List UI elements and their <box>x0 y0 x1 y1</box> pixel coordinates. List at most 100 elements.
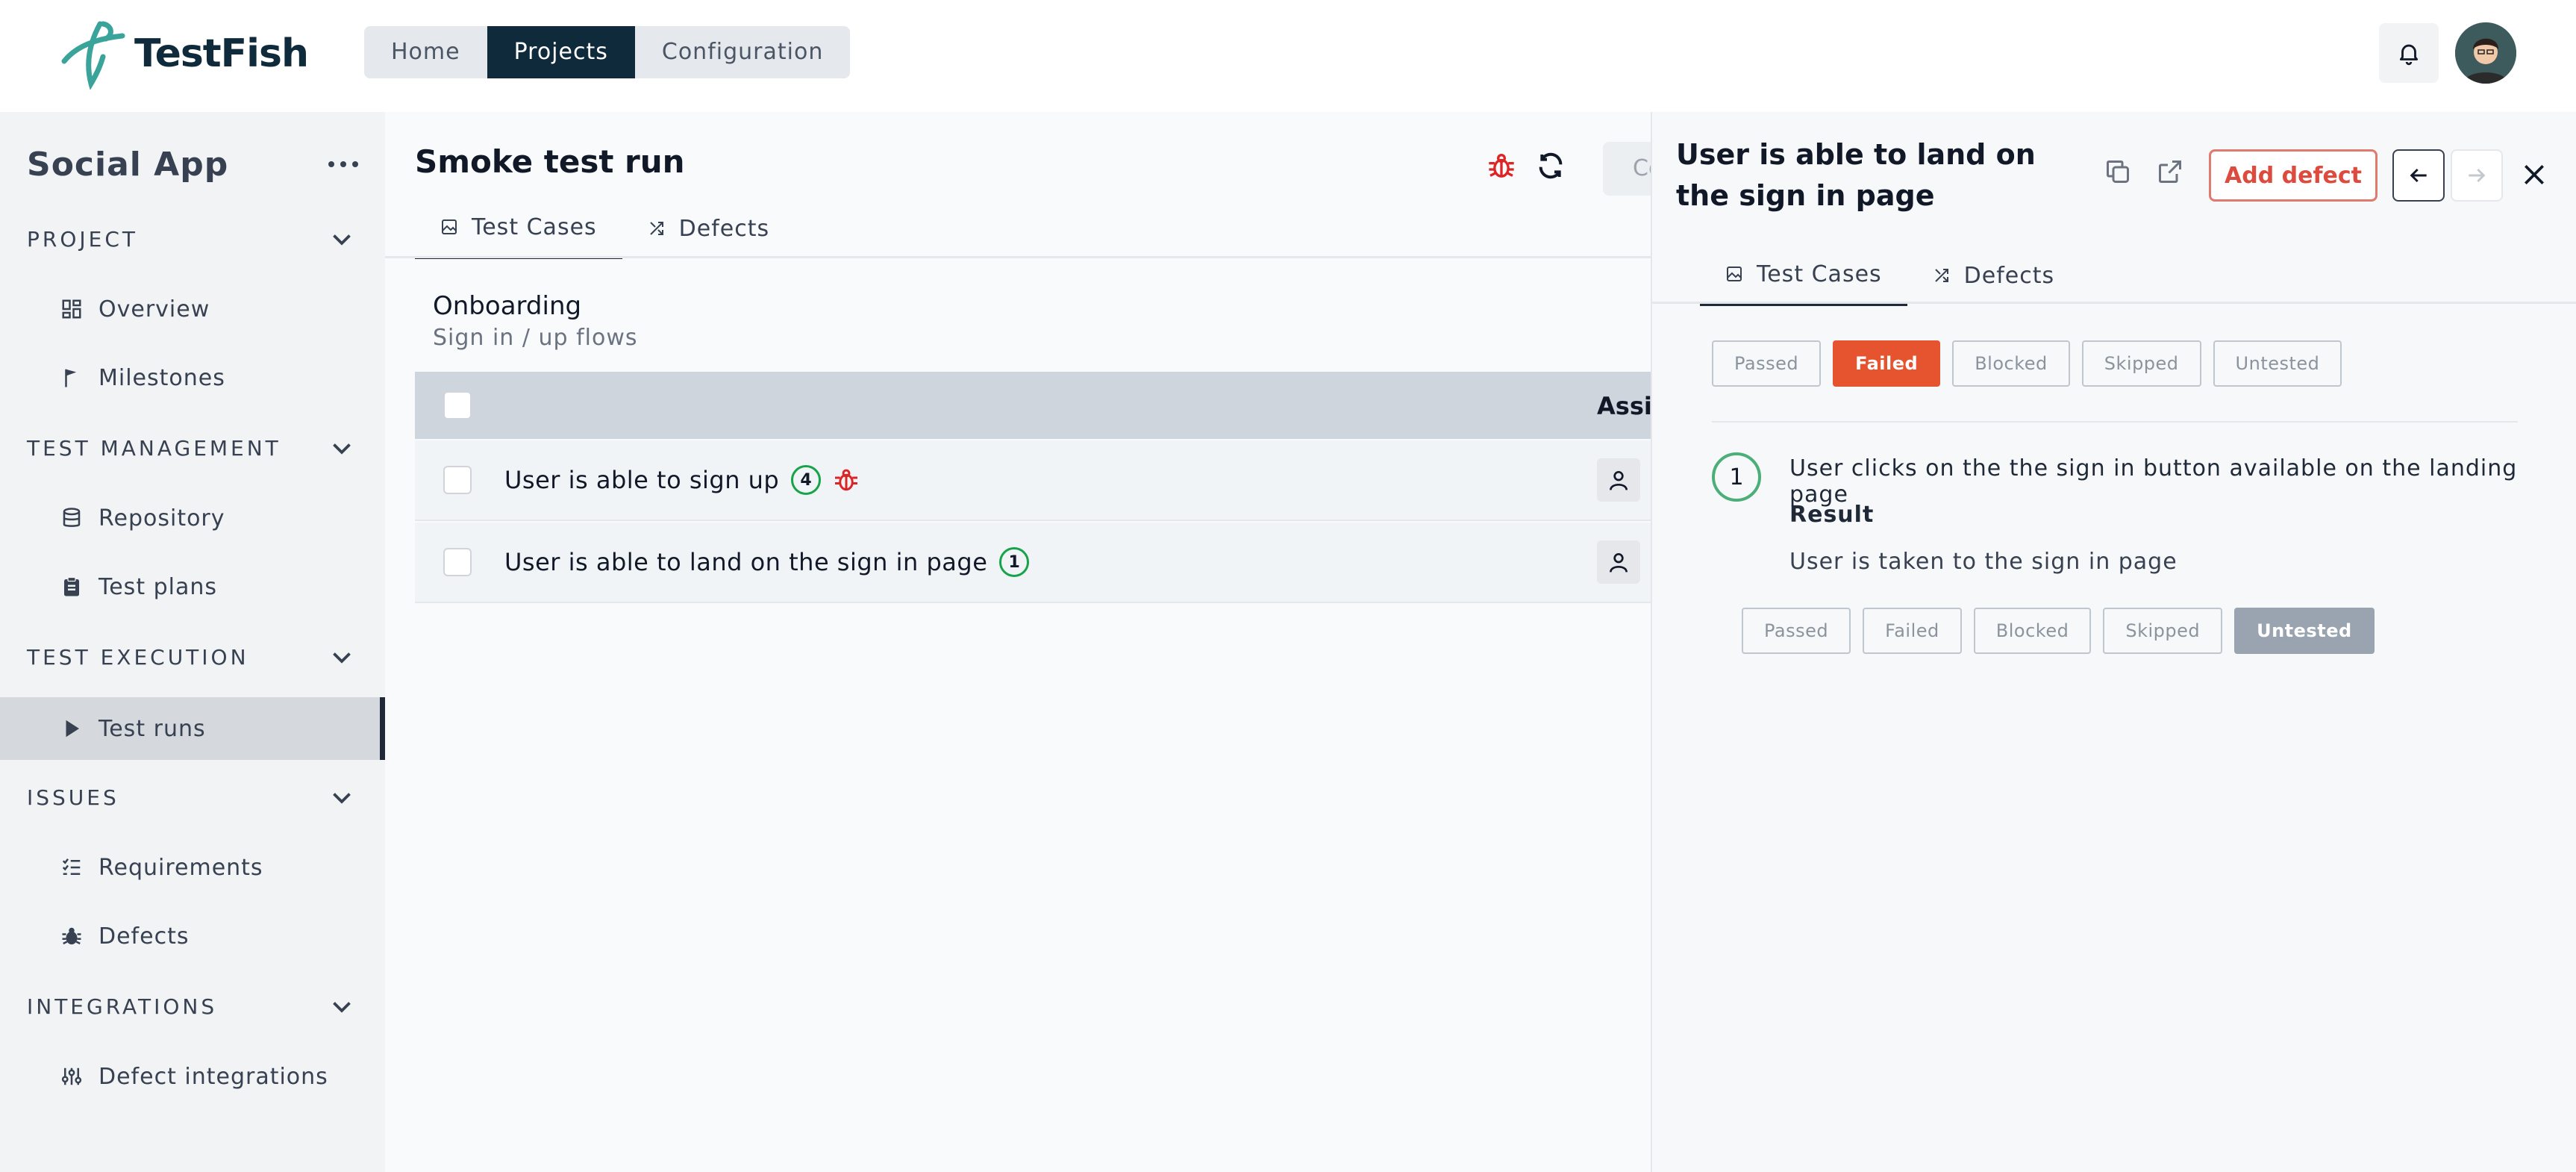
arrow-left-icon <box>2410 168 2427 183</box>
chevron-down-icon[interactable] <box>328 643 355 670</box>
tabs-divider <box>385 256 1651 258</box>
status-skipped-button[interactable]: Skipped <box>2081 340 2201 387</box>
table-header: Assigne <box>415 372 1702 439</box>
close-icon[interactable] <box>2519 160 2549 190</box>
suite-title: Onboarding <box>433 291 582 321</box>
section-project[interactable]: PROJECT <box>27 227 138 252</box>
drawer-tab-test-cases[interactable]: Test Cases <box>1700 245 1907 306</box>
sidebar-item-requirements[interactable]: Requirements <box>0 836 385 899</box>
flag-icon <box>58 364 85 391</box>
sidebar-item-defects[interactable]: Defects <box>0 905 385 967</box>
project-name: Social App <box>27 146 229 184</box>
select-all-checkbox[interactable] <box>443 391 472 420</box>
assignee-avatar[interactable] <box>1597 540 1640 584</box>
section-test-management[interactable]: TEST MANAGEMENT <box>27 436 281 461</box>
sidebar-item-test-runs[interactable]: Test runs <box>0 697 385 760</box>
assignee-avatar[interactable] <box>1597 458 1640 502</box>
drawer-tab-defects[interactable]: Defects <box>1907 245 2080 306</box>
step-status-blocked-button[interactable]: Blocked <box>1973 608 2092 654</box>
tab-test-cases[interactable]: Test Cases <box>415 198 622 259</box>
image-icon <box>1727 266 1742 281</box>
table-row[interactable]: User is able to land on the sign in page… <box>415 523 1651 603</box>
status-failed-button[interactable]: Failed <box>1833 340 1941 387</box>
sidebar-item-label: Overview <box>99 296 210 322</box>
open-external-button[interactable] <box>2154 155 2186 188</box>
image-icon <box>442 219 457 234</box>
refresh-icon[interactable] <box>1536 151 1566 181</box>
play-icon <box>58 715 85 742</box>
dashboard-icon <box>58 296 85 322</box>
sidebar-item-label: Repository <box>99 505 225 532</box>
section-test-execution[interactable]: TEST EXECUTION <box>27 645 249 670</box>
chevron-down-icon[interactable] <box>328 993 355 1020</box>
sliders-icon <box>58 1063 85 1090</box>
suite-subtitle: Sign in / up flows <box>433 325 638 351</box>
logo-text: TestFish <box>134 31 309 76</box>
sidebar-item-test-plans[interactable]: Test plans <box>0 555 385 618</box>
tab-label: Test Cases <box>472 213 597 240</box>
add-defect-button[interactable]: Add defect <box>2209 149 2378 202</box>
sidebar: Social App PROJECT Overview Milestones T… <box>0 112 385 1172</box>
sidebar-item-repository[interactable]: Repository <box>0 487 385 549</box>
project-more-menu-button[interactable] <box>328 153 358 175</box>
bug-icon <box>58 923 85 950</box>
run-actions <box>1486 151 1566 181</box>
section-integrations[interactable]: INTEGRATIONS <box>27 994 217 1019</box>
sidebar-item-label: Test runs <box>99 715 206 742</box>
tab-defects[interactable]: Defects <box>622 198 795 259</box>
step-status-buttons: Passed Failed Blocked Skipped Untested <box>1742 608 2375 654</box>
row-checkbox[interactable] <box>443 548 472 576</box>
sidebar-item-milestones[interactable]: Milestones <box>0 346 385 409</box>
avatar-illustration-icon <box>2455 22 2516 84</box>
status-passed-button[interactable]: Passed <box>1712 340 1822 387</box>
status-blocked-button[interactable]: Blocked <box>1952 340 2070 387</box>
fish-logo-icon <box>61 21 125 90</box>
test-case-title[interactable]: User is able to land on the sign in page… <box>504 547 1030 577</box>
notifications-button[interactable] <box>2379 23 2439 83</box>
next-case-button[interactable] <box>2451 149 2503 202</box>
sidebar-item-overview[interactable]: Overview <box>0 278 385 340</box>
user-icon <box>1610 471 1628 490</box>
testfish-logo[interactable]: TestFish <box>54 18 309 90</box>
shuffle-icon <box>1934 269 1948 282</box>
case-status-buttons: Passed Failed Blocked Skipped Untested <box>1712 340 2342 387</box>
section-issues[interactable]: ISSUES <box>27 785 119 810</box>
more-dot-icon <box>340 161 346 167</box>
status-untested-button[interactable]: Untested <box>2213 340 2342 387</box>
chevron-down-icon[interactable] <box>328 784 355 811</box>
main-nav: Home Projects Configuration <box>364 26 851 78</box>
step-count-badge: 4 <box>791 465 822 495</box>
external-link-icon <box>2159 160 2181 183</box>
bug-icon[interactable] <box>1486 151 1516 181</box>
sidebar-item-defect-integrations[interactable]: Defect integrations <box>0 1045 385 1108</box>
more-dot-icon <box>352 161 358 167</box>
sidebar-item-label: Test plans <box>99 573 218 600</box>
checklist-icon <box>58 854 85 881</box>
tab-label: Test Cases <box>1757 261 1882 287</box>
nav-configuration[interactable]: Configuration <box>635 26 850 78</box>
nav-projects[interactable]: Projects <box>487 26 635 78</box>
drawer-tabs: Test Cases Defects <box>1700 245 2080 306</box>
tab-label: Defects <box>1963 262 2055 289</box>
previous-case-button[interactable] <box>2392 149 2445 202</box>
chevron-down-icon[interactable] <box>328 434 355 461</box>
step-status-untested-button[interactable]: Untested <box>2234 608 2375 654</box>
step-status-skipped-button[interactable]: Skipped <box>2103 608 2223 654</box>
test-case-name: User is able to sign up <box>504 466 780 494</box>
chevron-down-icon[interactable] <box>328 225 355 252</box>
step-status-failed-button[interactable]: Failed <box>1863 608 1962 654</box>
user-avatar[interactable] <box>2455 22 2516 84</box>
table-row[interactable]: User is able to sign up 4 <box>415 440 1651 521</box>
copy-icon <box>2107 160 2129 183</box>
copy-button[interactable] <box>2101 155 2134 188</box>
test-case-title[interactable]: User is able to sign up 4 <box>504 465 860 495</box>
shuffle-icon <box>649 222 663 235</box>
drawer-tabs-divider <box>1652 302 2576 304</box>
sidebar-item-label: Defect integrations <box>99 1063 328 1090</box>
main-content: Smoke test run Co Test Cases Defects Onb… <box>385 112 1702 1172</box>
bug-icon <box>835 469 858 491</box>
top-header: TestFish Home Projects Configuration <box>0 0 2576 112</box>
row-checkbox[interactable] <box>443 466 472 494</box>
step-status-passed-button[interactable]: Passed <box>1742 608 1851 654</box>
nav-home[interactable]: Home <box>364 26 487 78</box>
